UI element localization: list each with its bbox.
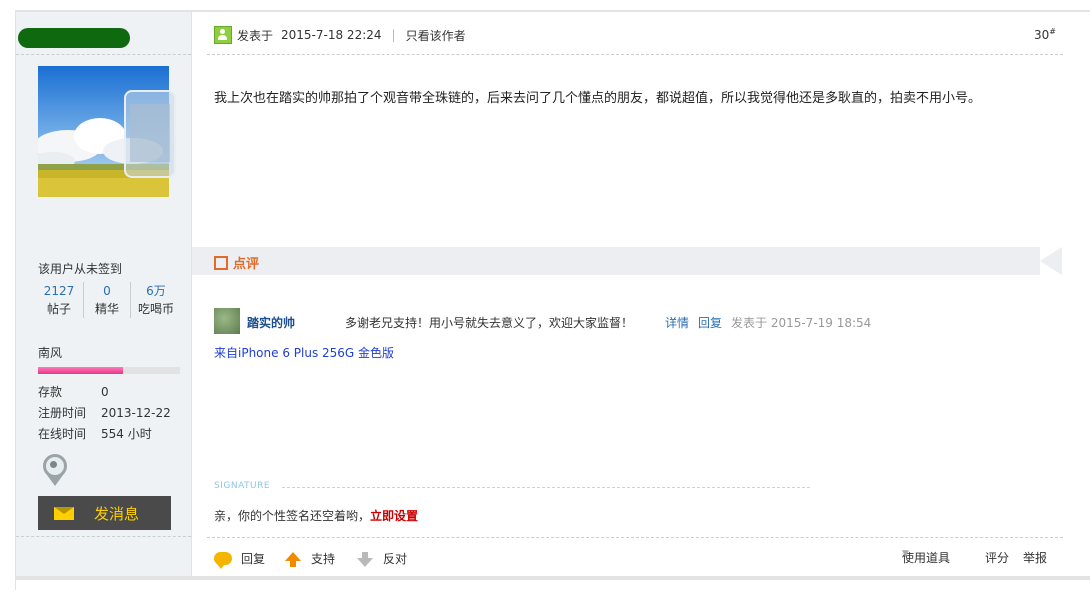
medal-icon[interactable]: [42, 454, 68, 490]
phone-overlay-icon: [124, 90, 176, 178]
support-label: 支持: [311, 551, 336, 566]
from-device-link[interactable]: 来自iPhone 6 Plus 256G 金色版: [214, 344, 394, 361]
comment-tab[interactable]: 点评: [214, 253, 259, 272]
level-progress-bar: [38, 367, 180, 374]
info-key: 存款: [38, 385, 63, 399]
bottom-divider: [15, 576, 1090, 580]
stat-digest[interactable]: 0 精华: [83, 282, 130, 318]
user-stats: 2127 帖子 0 精华 6万 吃喝币: [36, 282, 179, 322]
oppose-button[interactable]: 反对: [357, 549, 407, 567]
floor-value[interactable]: 30: [1034, 28, 1049, 42]
comment-bar-arrow: [1040, 247, 1062, 275]
info-value: 2013-12-22: [101, 406, 171, 420]
set-signature-link[interactable]: 立即设置: [370, 509, 418, 523]
online-user-icon: [214, 26, 232, 44]
send-message-button[interactable]: 发消息: [38, 496, 171, 530]
comment-item: 踏实的帅 多谢老兄支持！用小号就失去意义了，欢迎大家监督！ 详情 回复 发表于 …: [214, 308, 1054, 334]
comment-header-bar: [192, 247, 1040, 275]
comment-time: 发表于 2015-7-19 18:54: [731, 316, 872, 330]
stat-label: 帖子: [46, 302, 71, 316]
signature-label: SIGNATURE: [214, 481, 271, 491]
stat-value[interactable]: 6万: [131, 282, 181, 300]
use-tools-label: 使用道具: [902, 551, 951, 565]
stat-label: 吃喝币: [137, 302, 174, 316]
floor-number[interactable]: 30#: [1034, 27, 1056, 42]
only-author-link[interactable]: 只看该作者: [406, 27, 466, 44]
watermark-logo: [978, 556, 1082, 578]
floor-mark: #: [1049, 27, 1056, 36]
comment-tab-label: 点评: [233, 257, 260, 272]
divider: [16, 54, 191, 55]
commenter-avatar[interactable]: [214, 308, 240, 334]
info-value: 554 小时: [101, 427, 152, 441]
info-online-time: 在线时间 554 小时: [38, 424, 152, 444]
meta-divider: |: [391, 28, 396, 42]
username-redacted[interactable]: [18, 28, 130, 48]
top-divider: [15, 0, 1090, 12]
level-progress-fill: [38, 367, 124, 374]
comment-detail-link[interactable]: 详情: [665, 314, 689, 331]
info-key: 在线时间: [38, 427, 87, 441]
sign-status: 该用户从未签到: [38, 262, 123, 276]
comment-text: 多谢老兄支持！用小号就失去意义了，欢迎大家监督！: [345, 316, 634, 330]
signature: 亲，你的个性签名还空着哟，立即设置: [214, 507, 418, 524]
divider: [207, 54, 1063, 55]
stat-label: 精华: [94, 302, 119, 316]
send-message-label: 发消息: [94, 505, 140, 523]
reply-label: 回复: [241, 551, 266, 566]
post-content: 我上次也在踏实的帅那拍了个观音带全珠链的，后来去问了几个懂点的朋友，都说超值，所…: [214, 91, 982, 106]
info-register-date: 注册时间 2013-12-22: [38, 403, 171, 423]
signature-text: 亲，你的个性签名还空着哟，: [214, 509, 371, 523]
info-deposit: 存款 0: [38, 382, 109, 402]
oppose-label: 反对: [383, 551, 408, 566]
signature-divider: [282, 487, 810, 488]
commenter-name[interactable]: 踏实的帅: [247, 314, 295, 331]
envelope-icon: [54, 507, 74, 520]
user-group[interactable]: 南风: [38, 344, 62, 361]
info-value: 0: [101, 385, 109, 399]
stat-value[interactable]: 0: [84, 282, 130, 300]
stat-posts[interactable]: 2127 帖子: [36, 282, 82, 318]
post-date: 2015-7-18 22:24: [281, 28, 382, 42]
posted-prefix: 发表于: [237, 28, 274, 43]
comment-box-icon: [214, 255, 228, 270]
thumb-up-arrow-icon: [285, 551, 301, 567]
divider: [207, 537, 1063, 538]
stat-value[interactable]: 2127: [36, 282, 82, 300]
chevron-down-icon: ▼: [902, 549, 909, 559]
comment-reply-link[interactable]: 回复: [698, 314, 722, 331]
thumb-down-arrow-icon: [357, 551, 373, 567]
info-key: 注册时间: [38, 406, 87, 420]
post-meta: 发表于 2015-7-18 22:24 | 只看该作者: [214, 26, 466, 44]
stat-coins[interactable]: 6万 吃喝币: [130, 282, 181, 318]
reply-button[interactable]: 回复: [214, 549, 266, 569]
divider: [16, 536, 191, 537]
reply-bubble-icon: [214, 551, 232, 569]
support-button[interactable]: 支持: [285, 549, 335, 567]
author-sidebar: 该用户从未签到 2127 帖子 0 精华 6万 吃喝币 南风 存款 0 注册时间 2…: [16, 12, 192, 576]
